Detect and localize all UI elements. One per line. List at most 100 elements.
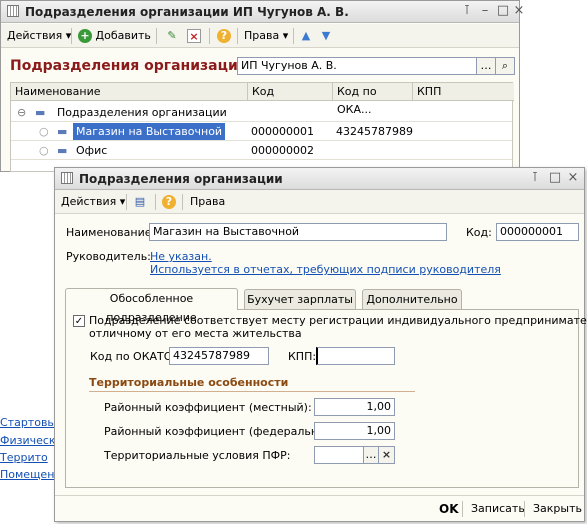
column-code[interactable]: Код — [247, 83, 332, 101]
row-code: 000000002 — [251, 144, 314, 157]
organization-search-button[interactable]: ⌕ — [495, 57, 515, 75]
organization-select-button[interactable]: … — [476, 57, 496, 75]
actions-menu[interactable]: Действия ▾ — [7, 28, 71, 44]
footer-divider — [55, 495, 584, 496]
list-grid: Наименование Код Код по ОКА... КПП ⊖ ▬ П… — [10, 82, 514, 172]
tab-additional[interactable]: Дополнительно — [362, 289, 462, 309]
clear-icon: × — [381, 448, 392, 461]
arrow-up-icon: ▲ — [301, 29, 311, 42]
left-link[interactable]: Физическ — [0, 434, 54, 447]
form-window-title: Подразделения организации — [79, 172, 283, 186]
kpp-field[interactable] — [316, 347, 395, 365]
delete-icon: × — [187, 29, 201, 43]
save-button[interactable]: Записать — [471, 502, 525, 515]
pfr-label: Территориальные условия ПФР: — [104, 449, 291, 462]
add-button[interactable]: + Добавить — [78, 28, 151, 44]
item-icon: ▬ — [57, 144, 68, 157]
search-icon: ⌕ — [501, 59, 509, 72]
edit-button[interactable]: ✎ — [165, 28, 179, 44]
up-button[interactable]: ▲ — [299, 28, 313, 44]
window-icon — [61, 172, 73, 184]
ok-button[interactable]: OK — [439, 502, 459, 516]
close-button[interactable]: Закрыть — [533, 502, 582, 515]
grid-header: Наименование Код Код по ОКА... КПП — [11, 83, 514, 116]
rights-button[interactable]: Права — [190, 194, 225, 210]
help-icon: ? — [217, 29, 231, 43]
left-link[interactable]: Помещен — [0, 468, 54, 481]
add-icon: + — [78, 29, 92, 43]
coef-fed-field[interactable]: 1,00 — [314, 422, 395, 440]
help-button[interactable]: ? — [217, 28, 231, 44]
okato-field[interactable]: 43245787989 — [169, 347, 269, 365]
tab-separate-division[interactable]: Обособленное подразделение — [65, 288, 238, 324]
list-window-titlebar[interactable]: Подразделения организации ИП Чугунов А. … — [1, 1, 524, 23]
coef-local-field[interactable]: 1,00 — [314, 398, 395, 416]
checkbox[interactable]: ✓ — [73, 315, 85, 327]
left-link[interactable]: Террито — [0, 451, 48, 464]
left-link[interactable]: Стартовы — [0, 416, 54, 429]
name-label: Наименование: — [66, 226, 156, 239]
list-toolbar: Действия ▾ + Добавить ✎ × ? Права ▾ ▲ ▼ — [1, 24, 519, 48]
section-title: Территориальные особенности — [89, 376, 289, 389]
collapse-icon[interactable]: ⊖ — [17, 103, 26, 122]
delete-button[interactable]: × — [187, 28, 201, 44]
item-icon: ▬ — [57, 125, 68, 138]
checkbox-label-line2[interactable]: отличному от его места жительства — [89, 327, 302, 340]
maximize-icon[interactable]: □ — [496, 4, 510, 18]
tree-root-label: Подразделения организации — [57, 106, 227, 119]
list-heading: Подразделения организации — [10, 58, 248, 74]
row-name: Офис — [76, 144, 108, 157]
save-icon: ▤ — [134, 195, 146, 208]
row-okato: 43245787989 — [336, 125, 413, 138]
column-name[interactable]: Наименование — [11, 83, 247, 101]
tree-root-row[interactable]: ⊖ ▬ Подразделения организации — [11, 103, 512, 122]
pfr-select-button[interactable]: … — [363, 446, 379, 464]
row-marker-icon: ○ — [39, 125, 49, 138]
coef-fed-label: Районный коэффициент (федеральный): — [104, 425, 342, 438]
column-okato[interactable]: Код по ОКА... — [332, 83, 412, 116]
actions-menu[interactable]: Действия ▾ — [61, 194, 125, 210]
list-window: Подразделения организации ИП Чугунов А. … — [0, 0, 524, 172]
coef-local-label: Районный коэффициент (местный): — [104, 401, 312, 414]
rights-menu[interactable]: Права ▾ — [244, 28, 288, 44]
save-close-button[interactable]: ▤ — [133, 194, 147, 210]
row-name: Магазин на Выставочной — [73, 123, 226, 140]
minimize-icon[interactable]: – — [478, 4, 492, 18]
arrow-down-icon: ▼ — [321, 29, 331, 42]
form-window: Подразделения организации ⊺ □ × Действия… — [54, 167, 587, 522]
help-icon: ? — [162, 195, 176, 209]
close-icon[interactable]: × — [566, 171, 580, 185]
maximize-icon[interactable]: □ — [548, 171, 562, 185]
head-link[interactable]: Не указан. — [150, 250, 212, 263]
left-panel: Стартовы Физическ Террито Помещен — [0, 414, 54, 484]
folder-icon: ▬ — [35, 106, 46, 119]
form-window-titlebar[interactable]: Подразделения организации ⊺ □ × — [55, 168, 584, 190]
pfr-field[interactable] — [314, 446, 364, 464]
name-field[interactable]: Магазин на Выставочной — [149, 223, 447, 241]
kpp-label: КПП: — [288, 350, 317, 363]
table-row[interactable]: ○ ▬ Магазин на Выставочной 000000001 432… — [11, 122, 512, 141]
close-icon[interactable]: × — [512, 4, 526, 18]
pin-icon[interactable]: ⊺ — [460, 4, 474, 18]
code-label: Код: — [466, 226, 492, 239]
form-toolbar: Действия ▾ ▤ ? Права — [55, 190, 584, 214]
column-kpp[interactable]: КПП — [412, 83, 514, 101]
organization-field[interactable]: ИП Чугунов А. В. — [237, 57, 477, 75]
pfr-clear-button[interactable]: × — [378, 446, 395, 464]
section-divider — [89, 391, 415, 392]
row-marker-icon: ○ — [39, 144, 49, 157]
code-field[interactable]: 000000001 — [496, 223, 579, 241]
pin-icon[interactable]: ⊺ — [528, 171, 542, 185]
window-icon — [7, 5, 19, 17]
head-hint-link[interactable]: Используется в отчетах, требующих подпис… — [150, 263, 501, 276]
list-window-title: Подразделения организации ИП Чугунов А. … — [25, 5, 349, 19]
table-row[interactable]: ○ ▬ Офис 000000002 — [11, 141, 512, 160]
tab-panel: ✓ Подразделение соответствует месту реги… — [65, 309, 587, 488]
pencil-icon: ✎ — [167, 29, 177, 42]
row-code: 000000001 — [251, 125, 314, 138]
tab-payroll-accounting[interactable]: Бухучет зарплаты — [244, 289, 356, 309]
head-label: Руководитель: — [66, 250, 151, 263]
help-button[interactable]: ? — [162, 194, 176, 210]
down-button[interactable]: ▼ — [319, 28, 333, 44]
okato-label: Код по ОКАТО: — [90, 350, 177, 363]
